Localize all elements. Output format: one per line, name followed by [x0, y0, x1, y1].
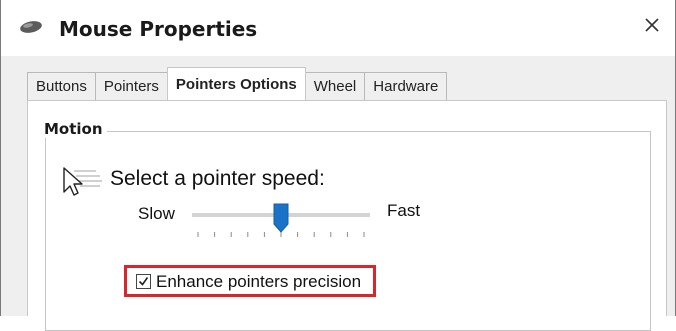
window-title: Mouse Properties	[59, 17, 258, 41]
enhance-precision-label[interactable]: Enhance pointers precision	[156, 272, 361, 292]
tab-hardware[interactable]: Hardware	[364, 72, 448, 100]
motion-group-label: Motion	[40, 120, 107, 138]
tab-pointers[interactable]: Pointers	[94, 72, 168, 100]
tab-wheel[interactable]: Wheel	[304, 72, 366, 100]
pointer-speed-prompt: Select a pointer speed:	[110, 167, 325, 190]
title-bar: Mouse Properties	[1, 0, 675, 56]
fast-label: Fast	[387, 201, 421, 220]
tab-strip: Buttons Pointers Pointers Options Wheel …	[27, 67, 448, 100]
mouse-properties-window: Mouse Properties Buttons Pointers Pointe…	[0, 0, 676, 331]
close-icon	[645, 18, 659, 32]
close-button[interactable]	[637, 10, 667, 40]
pointer-speed-slider[interactable]	[188, 201, 374, 241]
precision-highlight-box: Enhance pointers precision	[124, 265, 376, 297]
enhance-precision-checkbox[interactable]	[136, 274, 151, 289]
tab-pointer-options[interactable]: Pointers Options	[166, 67, 306, 100]
checkmark-icon	[138, 277, 149, 286]
pointer-speed-icon	[63, 167, 102, 196]
pointer-options-panel: Motion Select a pointer speed: Slow Fast	[27, 100, 667, 331]
tab-buttons[interactable]: Buttons	[27, 72, 96, 100]
slider-thumb[interactable]	[273, 203, 289, 233]
mouse-icon	[20, 21, 42, 33]
slow-label: Slow	[138, 204, 175, 223]
